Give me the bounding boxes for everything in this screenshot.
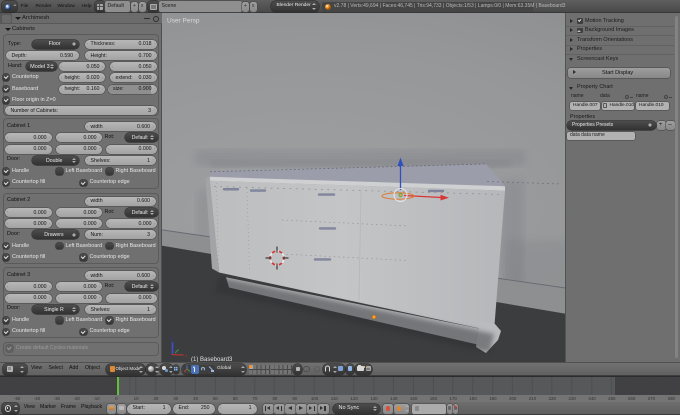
svg-text:User Persp: User Persp <box>167 18 200 25</box>
